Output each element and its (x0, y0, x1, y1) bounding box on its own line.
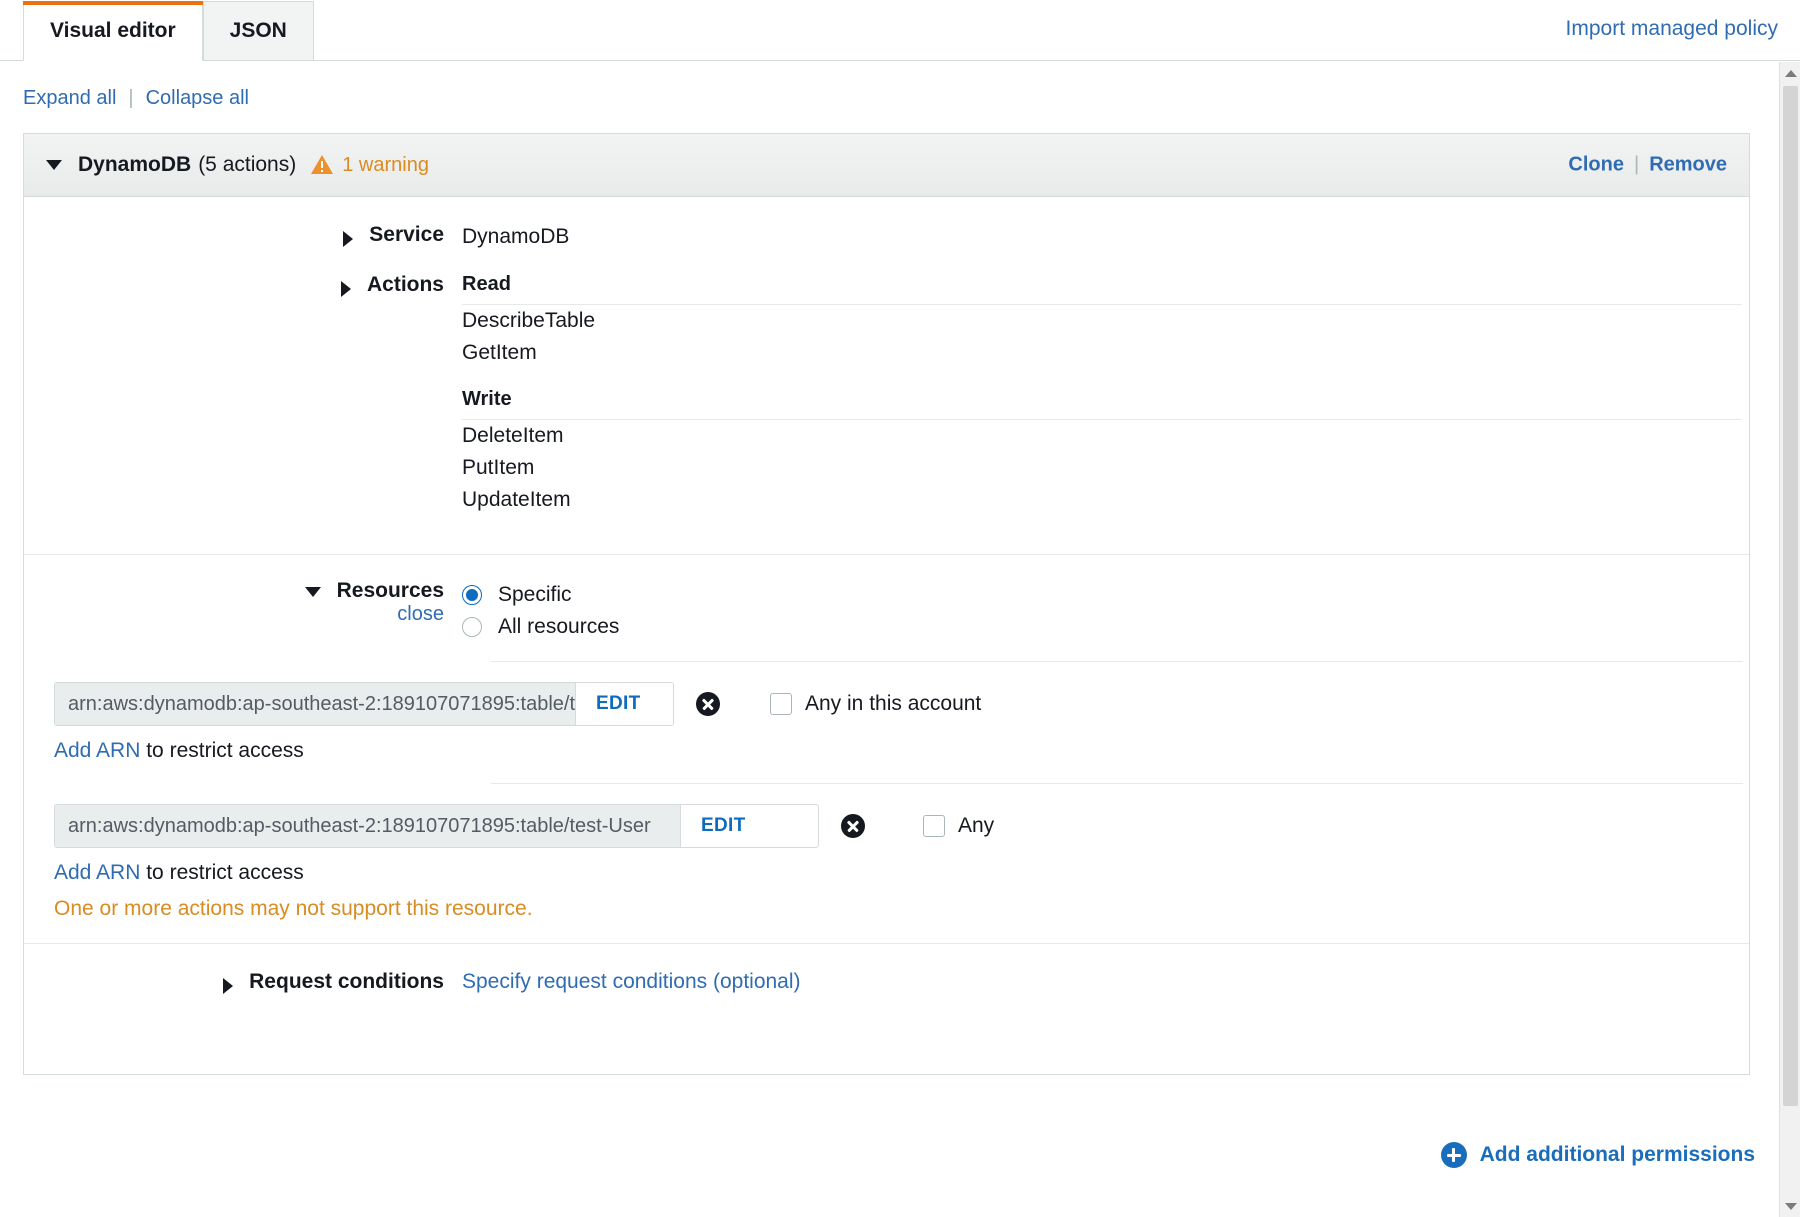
actions-label: Actions (366, 273, 444, 297)
actions-expand-caret-icon[interactable] (340, 281, 351, 298)
request-conditions-expand-caret-icon[interactable] (223, 978, 234, 995)
toolbar-separator: | (128, 87, 134, 109)
tab-json-label: JSON (229, 19, 287, 42)
action-item: PutItem (462, 456, 535, 480)
actions-list: Read DescribeTable GetItem Write DeleteI… (462, 273, 1749, 516)
action-item: UpdateItem (462, 488, 571, 512)
remove-arn-icon-resource[interactable] (841, 814, 865, 839)
resource-arn-area-table: arn:aws:dynamodb:ap-southeast-2:18910707… (54, 682, 1749, 763)
vertical-scrollbar[interactable] (1779, 62, 1800, 1217)
any-label: Any (958, 814, 995, 838)
add-arn-row-resource: Add ARN to restrict access (54, 861, 1749, 885)
any-checkbox[interactable] (923, 815, 945, 838)
radio-specific[interactable] (462, 585, 482, 606)
request-conditions-section: Request conditions Specify request condi… (24, 944, 1749, 1024)
radio-all-resources[interactable] (462, 617, 482, 638)
import-managed-policy-link[interactable]: Import managed policy (1566, 17, 1778, 41)
action-group-write: Write DeleteItem PutItem UpdateItem (462, 388, 1749, 516)
radio-specific-label: Specific (498, 583, 572, 607)
actions-label-col: Actions (24, 273, 462, 298)
service-value: DynamoDB (462, 225, 570, 248)
resource-arn-area-resource: arn:aws:dynamodb:ap-southeast-2:18910707… (54, 804, 1749, 921)
resources-close-link[interactable]: close (397, 603, 444, 626)
add-arn-rest-table: to restrict access (140, 739, 304, 763)
arn-input-table[interactable]: arn:aws:dynamodb:ap-southeast-2:18910707… (54, 682, 674, 727)
tab-json[interactable]: JSON (202, 1, 314, 61)
arn-value-table: arn:aws:dynamodb:ap-southeast-2:18910707… (55, 683, 575, 726)
service-label: Service (369, 223, 444, 246)
request-conditions-label: Request conditions (249, 970, 444, 994)
add-additional-permissions-button[interactable]: Add additional permissions (1440, 1142, 1755, 1168)
scroll-down-arrow-icon[interactable] (1780, 1195, 1800, 1217)
resource-warning-message: One or more actions may not support this… (54, 897, 533, 921)
add-arn-link-resource[interactable]: Add ARN (54, 861, 140, 884)
action-group-title: Write (462, 388, 1742, 421)
arn-value-resource: arn:aws:dynamodb:ap-southeast-2:18910707… (55, 805, 680, 848)
add-arn-rest-resource: to restrict access (140, 861, 304, 885)
resources-label: Resources (336, 579, 444, 603)
any-in-this-account-label: Any in this account (805, 692, 982, 716)
edit-button-resource[interactable]: EDIT (680, 805, 766, 848)
service-label-col: Service (24, 223, 462, 247)
radio-all-resources-label: All resources (498, 615, 620, 639)
scroll-up-arrow-icon[interactable] (1780, 62, 1800, 84)
any-checkbox-wrap-table[interactable]: Any in this account (770, 692, 981, 716)
add-arn-link-table[interactable]: Add ARN (54, 739, 140, 762)
resource-row-table: table ? arn:aws:dynamodb:ap-southeast-2:… (24, 662, 1749, 763)
remove-link[interactable]: Remove (1649, 154, 1727, 177)
action-count: (5 actions) (198, 153, 297, 176)
block-actions-separator: | (1633, 153, 1640, 176)
clone-link[interactable]: Clone (1568, 154, 1624, 177)
specify-request-conditions-link[interactable]: Specify request conditions (optional) (462, 970, 801, 993)
actions-section: Actions Read DescribeTable GetItem Write… (24, 273, 1749, 554)
resource-row-label-resource: Resource (0, 804, 150, 828)
resources-collapse-caret-icon[interactable] (304, 587, 321, 598)
resources-label-col: Resources close (24, 579, 462, 626)
service-name: DynamoDB (78, 153, 192, 176)
edit-button-table[interactable]: EDIT (575, 683, 661, 726)
remove-arn-icon-table[interactable] (696, 692, 720, 717)
warning-count-label: 1 warning (342, 153, 429, 176)
any-checkbox-wrap-resource[interactable]: Any (923, 814, 994, 838)
warning-indicator: 1 warning (310, 154, 429, 177)
plus-circle-icon (1440, 1142, 1467, 1168)
warning-triangle-icon (311, 155, 334, 174)
resource-row-label-table: table ? (0, 682, 132, 706)
block-actions: Clone | Remove (1568, 154, 1727, 177)
tab-visual-editor[interactable]: Visual editor (23, 1, 203, 61)
collapse-all-link[interactable]: Collapse all (146, 87, 249, 110)
permission-block-header[interactable]: DynamoDB (5 actions) 1 warning Clone | R… (24, 134, 1749, 197)
collapse-caret-icon[interactable] (46, 160, 62, 170)
scrollbar-thumb[interactable] (1783, 86, 1798, 1106)
tab-visual-editor-label: Visual editor (50, 19, 176, 42)
resource-option-specific[interactable]: Specific (462, 579, 1749, 611)
permission-block-card: DynamoDB (5 actions) 1 warning Clone | R… (23, 133, 1750, 1075)
action-group-title: Read (462, 273, 1742, 306)
resources-options: Specific All resources (462, 579, 1749, 643)
add-additional-permissions-label: Add additional permissions (1479, 1143, 1755, 1166)
expand-all-link[interactable]: Expand all (23, 87, 116, 110)
request-conditions-label-col: Request conditions (24, 970, 462, 995)
service-expand-caret-icon[interactable] (343, 231, 354, 247)
action-item: DescribeTable (462, 309, 596, 333)
resources-section: Resources close Specific All resources a… (24, 555, 1749, 921)
iam-visual-editor-page: Visual editor JSON Import managed policy… (0, 0, 1800, 1217)
arn-input-resource[interactable]: arn:aws:dynamodb:ap-southeast-2:18910707… (54, 804, 819, 849)
action-item: DeleteItem (462, 424, 564, 448)
resource-option-all[interactable]: All resources (462, 611, 1749, 643)
action-group-read: Read DescribeTable GetItem (462, 273, 1749, 369)
add-arn-row-table: Add ARN to restrict access (54, 739, 1749, 763)
resource-row-resource: Resource arn:aws:dynamodb:ap-southeast-2… (24, 784, 1749, 921)
any-in-this-account-checkbox[interactable] (770, 693, 792, 716)
tab-bar: Visual editor JSON (0, 0, 1800, 61)
action-item: GetItem (462, 341, 537, 365)
service-section: Service DynamoDB (24, 197, 1749, 273)
expand-collapse-toolbar: Expand all | Collapse all (23, 87, 249, 110)
